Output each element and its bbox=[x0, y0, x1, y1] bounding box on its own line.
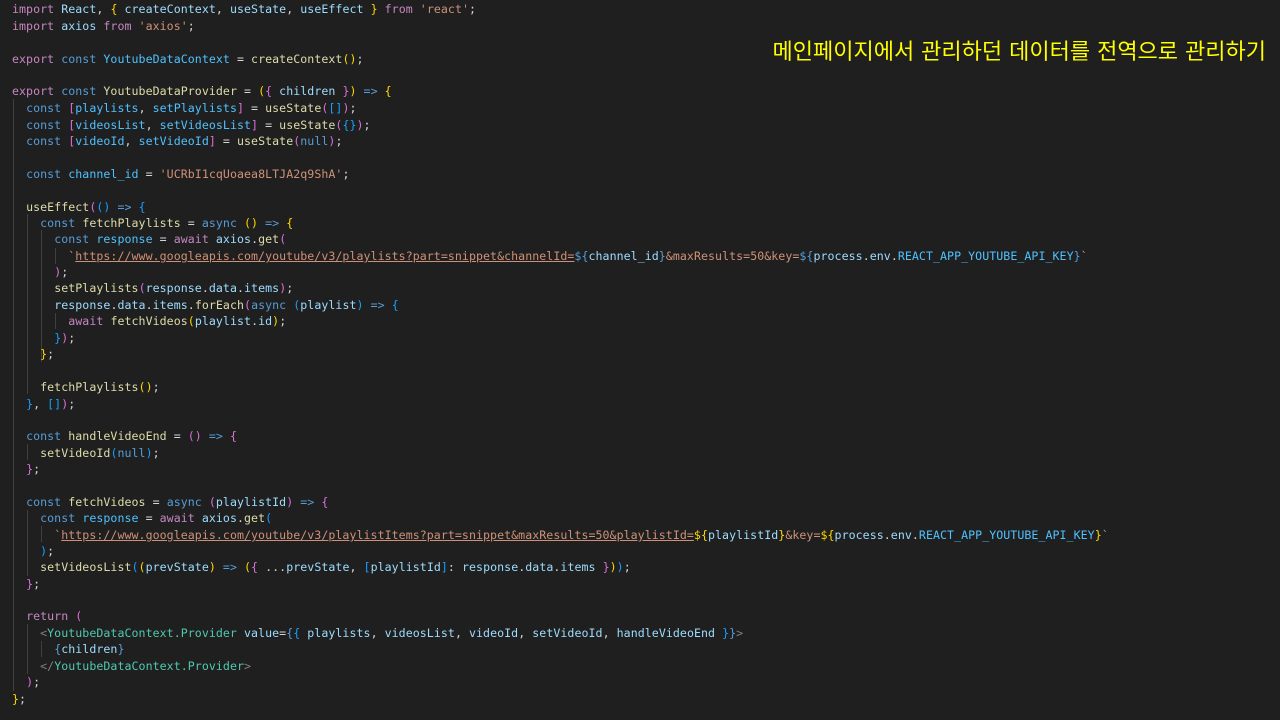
code-line: ); bbox=[40, 544, 55, 558]
code-line: <YoutubeDataContext.Provider value={{ pl… bbox=[40, 626, 744, 640]
code-line: `https://www.googleapis.com/youtube/v3/p… bbox=[68, 249, 1088, 263]
code-line: const handleVideoEnd = () => { bbox=[26, 429, 237, 443]
code-line: setVideosList((prevState) => ({ ...prevS… bbox=[40, 560, 631, 574]
code-line: response.data.items.forEach(async (playl… bbox=[54, 298, 399, 312]
code-line-provider: export const YoutubeDataProvider = ({ ch… bbox=[12, 84, 392, 98]
code-line: setVideoId(null); bbox=[40, 446, 160, 460]
code-line: }; bbox=[12, 692, 27, 706]
code-line: await fetchVideos(playlist.id); bbox=[68, 314, 287, 328]
env-key: REACT_APP_YOUTUBE_API_KEY bbox=[897, 249, 1074, 263]
code-editor[interactable]: import React, { createContext, useState,… bbox=[0, 0, 1280, 720]
code-line: </YoutubeDataContext.Provider> bbox=[40, 659, 252, 673]
string-literal: 'react' bbox=[419, 2, 470, 16]
code-line: const response = await axios.get( bbox=[40, 511, 273, 525]
code-line: const fetchVideos = async (playlistId) =… bbox=[26, 495, 329, 509]
code-line: const channel_id = 'UCRbI1cqUoaea8LTJA2q… bbox=[26, 167, 350, 181]
code-line: return ( bbox=[26, 609, 83, 623]
string-literal: 'axios' bbox=[138, 19, 188, 33]
playlists-url[interactable]: https://www.googleapis.com/youtube/v3/pl… bbox=[75, 249, 574, 263]
playlist-items-url[interactable]: https://www.googleapis.com/youtube/v3/pl… bbox=[61, 528, 694, 542]
code-line: }); bbox=[54, 331, 76, 345]
string-literal: 'UCRbI1cqUoaea8LTJA2q9ShA' bbox=[159, 167, 343, 181]
code-line: }; bbox=[26, 462, 41, 476]
code-line: `https://www.googleapis.com/youtube/v3/p… bbox=[54, 528, 1109, 542]
code-line-context: export const YoutubeDataContext = create… bbox=[12, 52, 364, 66]
code-line: const [videoId, setVideoId] = useState(n… bbox=[26, 134, 343, 148]
code-line: setPlaylists(response.data.items); bbox=[54, 281, 294, 295]
code-line: }; bbox=[40, 347, 55, 361]
code-line: fetchPlaylists(); bbox=[40, 380, 160, 394]
code-line: }; bbox=[26, 577, 41, 591]
code-line: ); bbox=[54, 265, 69, 279]
code-line: ); bbox=[26, 675, 41, 689]
code-line-import-axios: import axios from 'axios'; bbox=[12, 19, 195, 33]
url-segment: &key= bbox=[785, 528, 821, 542]
code-line: }, []); bbox=[26, 397, 76, 411]
annotation-caption: 메인페이지에서 관리하던 데이터를 전역으로 관리하기 bbox=[772, 40, 1267, 65]
code-line: const [playlists, setPlaylists] = useSta… bbox=[26, 101, 357, 115]
url-segment: &maxResults=50&key= bbox=[665, 249, 800, 263]
code-line-import-react: import React, { createContext, useState,… bbox=[12, 2, 477, 16]
code-line: {children} bbox=[54, 642, 125, 656]
code-line: const [videosList, setVideosList] = useS… bbox=[26, 118, 371, 132]
code-line: useEffect(() => { bbox=[26, 200, 146, 214]
env-key: REACT_APP_YOUTUBE_API_KEY bbox=[918, 528, 1095, 542]
code-line: const response = await axios.get( bbox=[54, 232, 287, 246]
code-line: const fetchPlaylists = async () => { bbox=[40, 216, 294, 230]
